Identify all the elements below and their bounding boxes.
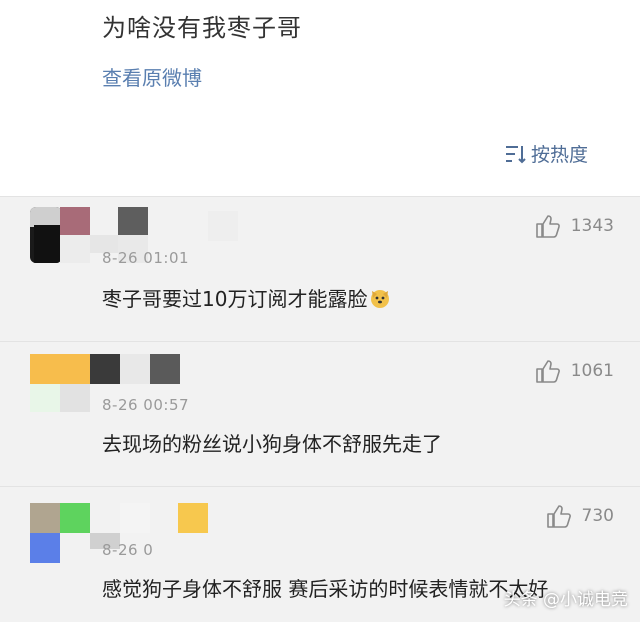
sort-by-hot-button[interactable]: 按热度	[505, 140, 588, 167]
comment-text: 去现场的粉丝说小狗身体不舒服先走了	[102, 432, 442, 456]
comment-text: 枣子哥要过10万订阅才能露脸	[102, 283, 391, 314]
like-button[interactable]: 730	[546, 503, 614, 529]
like-button[interactable]: 1061	[535, 358, 614, 384]
comment-time: 8-26 01:01	[102, 249, 190, 267]
like-count: 1343	[570, 216, 614, 236]
comment-item: 8-26 01:01 枣子哥要过10万订阅才能露脸 1343	[0, 197, 640, 341]
like-count: 730	[581, 506, 614, 526]
avatar[interactable]	[30, 207, 62, 263]
thumbs-up-icon	[535, 213, 561, 239]
post-text: 为啥没有我枣子哥	[102, 14, 302, 42]
comment-item: 8-26 00:57 去现场的粉丝说小狗身体不舒服先走了 1061	[0, 342, 640, 486]
view-original-link[interactable]: 查看原微博	[102, 62, 202, 91]
thumbs-up-icon	[546, 503, 572, 529]
comment-time: 8-26 00:57	[102, 396, 190, 414]
like-count: 1061	[570, 361, 614, 381]
watermark: 头条 @小诚电竞	[503, 590, 628, 610]
comment-text: 感觉狗子身体不舒服 赛后采访的时候表情就不太好	[102, 577, 549, 601]
sort-lines-icon	[505, 144, 527, 164]
like-button[interactable]: 1343	[535, 213, 614, 239]
sort-label: 按热度	[531, 144, 589, 166]
post-card: 为啥没有我枣子哥 查看原微博 按热度	[0, 0, 640, 196]
thumbs-up-icon	[535, 358, 561, 384]
comment-time: 8-26 0	[102, 541, 154, 559]
comment-text-content: 枣子哥要过10万订阅才能露脸	[102, 287, 368, 311]
dog-face-emoji	[369, 287, 391, 314]
